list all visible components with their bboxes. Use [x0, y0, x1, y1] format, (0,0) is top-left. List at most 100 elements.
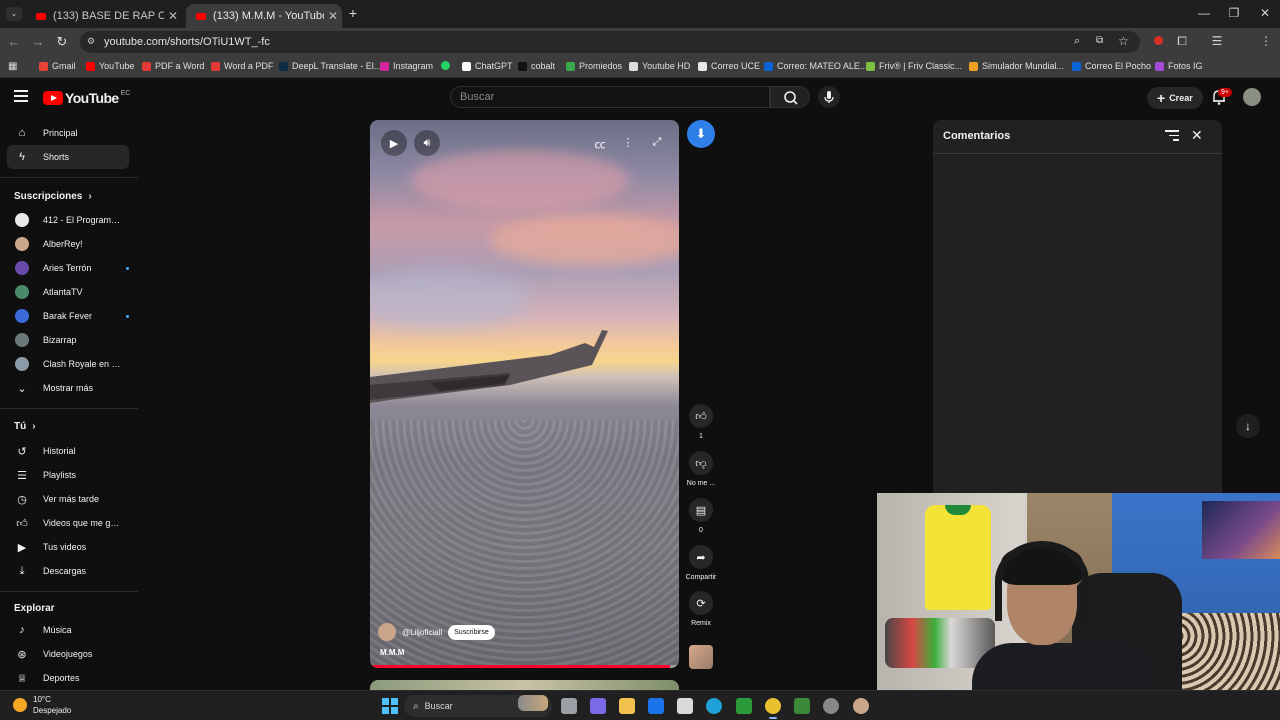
task-view-icon[interactable]	[561, 698, 577, 714]
restore-icon[interactable]: ❐	[1219, 6, 1249, 20]
chrome-menu-icon[interactable]: ⋮	[1258, 34, 1274, 48]
edge-icon[interactable]	[706, 698, 722, 714]
search-button[interactable]	[770, 86, 810, 108]
sort-icon[interactable]	[1165, 130, 1179, 144]
sidebar-item-tus-videos[interactable]: ▶ Tus videos	[7, 535, 129, 559]
tab-search-icon[interactable]: ⌄	[6, 7, 22, 21]
channel-name[interactable]: @Liljoficiall	[402, 628, 442, 637]
share-action[interactable]: ➦ Compartir	[683, 545, 719, 581]
remix-action[interactable]: ⟳ Remix	[683, 591, 719, 627]
weather-sun-icon[interactable]	[13, 698, 27, 712]
account-avatar[interactable]	[1243, 88, 1261, 106]
fullscreen-icon[interactable]: ⤢	[649, 136, 665, 149]
zoom-icon[interactable]: ⌕	[1074, 35, 1080, 48]
windows-start-icon[interactable]	[382, 698, 398, 714]
channel-avatar[interactable]	[378, 623, 396, 641]
thumbs-up-icon[interactable]: 👍︎	[689, 404, 713, 428]
bookmark-whatsapp[interactable]	[441, 61, 454, 70]
bookmark-youtube[interactable]: YouTube	[86, 61, 134, 71]
bookmark-gmail[interactable]: Gmail	[39, 61, 76, 71]
sidebar-item-videojuegos[interactable]: ⊛ Videojuegos	[7, 642, 129, 666]
remix-icon[interactable]: ⟳	[689, 591, 713, 615]
reload-icon[interactable]: ↻	[53, 34, 71, 50]
install-app-icon[interactable]: ⧉	[1096, 35, 1103, 46]
sidebar-item-subscription[interactable]: AtlantaTV	[7, 280, 129, 304]
you-heading[interactable]: Tú ›	[14, 421, 36, 432]
thumbs-down-icon[interactable]: 👎︎	[689, 451, 713, 475]
reading-list-icon[interactable]: ☰	[1209, 34, 1225, 48]
tab-close-icon[interactable]: ✕	[164, 9, 182, 23]
sidebar-item-playlists[interactable]: ☰ Playlists	[7, 463, 129, 487]
share-icon[interactable]: ➦	[689, 545, 713, 569]
sidebar-item-musica[interactable]: ♪ Música	[7, 618, 129, 642]
scroll-down-button[interactable]: ↓	[1236, 414, 1260, 438]
play-button[interactable]: ▶	[381, 130, 407, 156]
sound-thumbnail[interactable]	[689, 645, 713, 669]
minecraft-icon[interactable]	[794, 698, 810, 714]
sidebar-item-subscription[interactable]: Aries Terrón	[7, 256, 129, 280]
bookmark-fotos-ig[interactable]: Fotos IG	[1155, 61, 1203, 71]
weather-temperature[interactable]: 10°C	[33, 695, 51, 704]
back-icon[interactable]: ←	[5, 34, 23, 49]
bookmark-star-icon[interactable]: ☆	[1118, 34, 1129, 48]
more-options-icon[interactable]: ⋮	[620, 136, 636, 149]
dislike-action[interactable]: 👎︎ No me ...	[683, 451, 719, 487]
sidebar-item-subscription[interactable]: Clash Royale en Es...	[7, 352, 129, 376]
tab-close-icon[interactable]: ✕	[324, 9, 342, 23]
copilot-icon[interactable]	[590, 698, 606, 714]
subscribe-button[interactable]: Suscribirse	[448, 624, 495, 640]
sidebar-item-principal[interactable]: ⌂ Principal	[7, 121, 129, 145]
bookmark-promiedos[interactable]: Promiedos	[566, 61, 622, 71]
store-icon[interactable]	[677, 698, 693, 714]
bookmark-cobalt[interactable]: cobalt	[518, 61, 555, 71]
sidebar-item-deportes[interactable]: ♕ Deportes	[7, 666, 129, 690]
tab-mmm-youtube[interactable]: (133) M.M.M - YouTube ✕	[186, 4, 342, 28]
show-more-button[interactable]: ⌄ Mostrar más	[7, 376, 129, 400]
url-text[interactable]: youtube.com/shorts/OTiU1WT_-fc	[104, 36, 270, 48]
bookmark-friv[interactable]: Friv® | Friv Classic...	[866, 61, 962, 71]
sidebar-item-historial[interactable]: ↺ Historial	[7, 439, 129, 463]
site-info-icon[interactable]: ⚙	[87, 36, 95, 47]
new-tab-button[interactable]: +	[346, 5, 360, 21]
next-short-button[interactable]: ⬇	[687, 120, 715, 148]
sidebar-item-liked-videos[interactable]: 👍︎ Videos que me gus...	[7, 511, 129, 535]
hamburger-menu-icon[interactable]	[14, 90, 28, 105]
create-button[interactable]: + Crear	[1147, 87, 1203, 109]
video-progress-bar[interactable]	[370, 665, 679, 668]
bookmark-correo-pocho[interactable]: Correo El Pocho	[1072, 61, 1151, 71]
extension-red-icon[interactable]	[1150, 34, 1166, 48]
comment-icon[interactable]: ▤	[689, 498, 713, 522]
file-explorer-icon[interactable]	[619, 698, 635, 714]
close-window-icon[interactable]: ✕	[1250, 6, 1280, 20]
address-bar[interactable]: ⚙ youtube.com/shorts/OTiU1WT_-fc ⌕ ⧉ ☆	[80, 31, 1140, 53]
sidebar-item-subscription[interactable]: Bizarrap	[7, 328, 129, 352]
short-video-player[interactable]: ▶ 🔊︎ ㏄ ⋮ ⤢ @Liljoficiall Suscribirse M.M…	[370, 120, 679, 668]
youtube-logo[interactable]: YouTube EC	[43, 90, 130, 106]
bookmark-deepl[interactable]: DeepL Translate - El...	[279, 61, 381, 71]
close-icon[interactable]: ✕	[1191, 127, 1203, 144]
bookmark-correo-mateo[interactable]: Correo: MATEO ALE...	[764, 61, 867, 71]
bookmark-word-a-pdf[interactable]: Word a PDF	[211, 61, 273, 71]
comments-action[interactable]: ▤ 0	[683, 498, 719, 534]
captions-icon[interactable]: ㏄	[592, 136, 608, 152]
bookmark-correo-uce[interactable]: Correo UCE	[698, 61, 760, 71]
sidebar-item-descargas[interactable]: ⤓ Descargas	[7, 559, 129, 583]
upwork-icon[interactable]	[736, 698, 752, 714]
like-action[interactable]: 👍︎ 1	[683, 404, 719, 440]
minimize-icon[interactable]: —	[1189, 6, 1219, 20]
weather-description[interactable]: Despejado	[33, 706, 71, 715]
bookmark-simulador[interactable]: Simulador Mundial...	[969, 61, 1064, 71]
sidebar-item-ver-mas-tarde[interactable]: ◷ Ver más tarde	[7, 487, 129, 511]
outlook-icon[interactable]	[648, 698, 664, 714]
mute-button[interactable]: 🔊︎	[414, 130, 440, 156]
sidebar-item-subscription[interactable]: Barak Fever	[7, 304, 129, 328]
apps-grid-icon[interactable]: ▦	[8, 61, 17, 72]
extensions-puzzle-icon[interactable]: ⧠	[1174, 34, 1190, 49]
sidebar-item-shorts[interactable]: ϟ Shorts	[7, 145, 129, 169]
search-input[interactable]	[451, 87, 769, 107]
subscriptions-heading[interactable]: Suscripciones ›	[14, 191, 92, 202]
bookmark-pdf-a-word[interactable]: PDF a Word	[142, 61, 204, 71]
bookmark-youtube-hd[interactable]: Youtube HD	[629, 61, 690, 71]
sidebar-item-subscription[interactable]: 412 - El Programa ...	[7, 208, 129, 232]
profile-icon[interactable]	[853, 698, 869, 714]
